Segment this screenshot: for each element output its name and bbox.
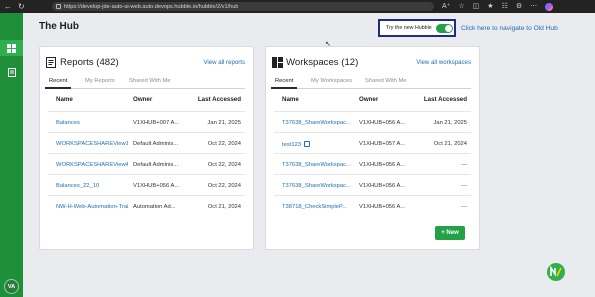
view-all-reports-link[interactable]: View all reports	[203, 59, 245, 66]
workspace-owner: V1XHUB+057 A...	[359, 141, 406, 147]
report-owner: Default Adminis...	[133, 141, 179, 147]
workspace-name-cell[interactable]: test123	[282, 141, 354, 148]
workspaces-title: Workspaces (12)	[286, 57, 359, 68]
back-icon[interactable]: ←	[4, 2, 12, 11]
table-row[interactable]: Balances_22_10 V1XHUB+056 A... Oct 22, 2…	[48, 174, 245, 195]
lock-icon	[56, 4, 61, 9]
report-owner: Default Adminis...	[133, 162, 179, 168]
star-icon[interactable]: ☆	[458, 3, 464, 10]
column-header-owner[interactable]: Owner	[359, 96, 378, 103]
reports-title: Reports (482)	[60, 57, 119, 68]
favorites-icon[interactable]: ★	[487, 3, 493, 10]
sidebar-item-dashboard[interactable]	[0, 40, 23, 56]
toggle-label: Try the new Hubble	[386, 25, 432, 31]
tab-recent[interactable]: Recent	[271, 77, 298, 89]
refresh-icon[interactable]: ↻	[18, 2, 25, 11]
address-bar[interactable]: https://develop-jde-auto-ui-web.auto.dev…	[52, 2, 434, 11]
report-date: Oct 21, 2024	[207, 204, 241, 210]
hubble-logo-icon[interactable]	[546, 262, 566, 282]
tab-recent[interactable]: Recent	[45, 77, 72, 89]
url-text: https://develop-jde-auto-ui-web.auto.dev…	[64, 3, 239, 10]
table-row[interactable]: WORKSPACESHAREView1 Default Adminis... O…	[48, 132, 245, 153]
browser-tools: A⁺ ☆ ◫ ★ ☷ ⚙ ⋯	[442, 2, 554, 11]
workspaces-card: Workspaces (12) View all workspaces Rece…	[265, 46, 480, 250]
column-header-name[interactable]: Name	[282, 96, 299, 103]
workspace-name[interactable]: T37638_ShareWorkspac...	[282, 120, 354, 126]
report-name[interactable]: WORKSPACESHAREView1	[56, 141, 128, 147]
report-name[interactable]: Balances_22_10	[56, 183, 128, 189]
workspace-owner: V1XHUB+056 A...	[359, 183, 406, 189]
report-name[interactable]: NW-H-Web-Automation-Trai	[56, 204, 128, 210]
browser-nav: ← ↻	[0, 2, 50, 11]
report-date: Oct 22, 2024	[207, 162, 241, 168]
dashboard-icon	[7, 43, 16, 53]
workspace-name[interactable]: T37638_ShareWorkspac...	[282, 183, 354, 189]
new-hubble-toggle-container: Try the new Hubble	[378, 19, 456, 37]
tab-shared-with-me[interactable]: Shared With Me	[361, 77, 411, 89]
new-hubble-toggle[interactable]	[435, 23, 453, 33]
report-date: Oct 22, 2024	[207, 141, 241, 147]
workspace-owner: V1XHUB+056 A...	[359, 204, 406, 210]
table-row[interactable]: T37638_ShareWorkspac... V1XHUB+056 A... …	[274, 174, 471, 195]
report-name[interactable]: WORKSPACESHAREView4	[56, 162, 128, 168]
report-icon	[46, 57, 56, 68]
workspace-date: Jan 21, 2025	[433, 120, 467, 126]
table-row[interactable]: WORKSPACESHAREView4 Default Adminis... O…	[48, 153, 245, 174]
sidebar-item-documents[interactable]	[0, 64, 23, 80]
report-date: Oct 22, 2024	[207, 183, 241, 189]
workspace-date: ---	[461, 183, 467, 189]
workspace-icon	[272, 57, 283, 68]
workspace-owner: V1XHUB+056 A...	[359, 162, 406, 168]
table-row[interactable]: Balances V1XHUB+007 A... Jan 21, 2025	[48, 111, 245, 132]
more-icon[interactable]: ⋯	[530, 3, 537, 10]
reports-tabs: Recent My Reports Shared With Me	[45, 77, 245, 89]
browser-toolbar: ← ↻ https://develop-jde-auto-ui-web.auto…	[0, 0, 595, 13]
report-name[interactable]: Balances	[56, 120, 128, 126]
table-row[interactable]: test123 V1XHUB+057 A... Oct 21, 2024	[274, 132, 471, 153]
tab-shared-with-me[interactable]: Shared With Me	[125, 77, 175, 89]
report-owner: V1XHUB+056 A...	[133, 183, 180, 189]
workspace-date: Oct 21, 2024	[433, 141, 467, 147]
report-owner: Automation Ad...	[133, 204, 176, 210]
workspace-name[interactable]: test123	[282, 142, 301, 148]
table-row[interactable]: T38718_CheckSimpleP... V1XHUB+056 A... -…	[274, 195, 471, 216]
workspace-owner: V1XHUB+056 A...	[359, 120, 406, 126]
split-screen-icon[interactable]: ◫	[473, 3, 480, 10]
table-row[interactable]: NW-H-Web-Automation-Trai Automation Ad..…	[48, 195, 245, 216]
page-title: The Hub	[39, 21, 79, 32]
workspaces-tabs: Recent My Workspaces Shared With Me	[271, 77, 471, 89]
column-header-name[interactable]: Name	[56, 96, 73, 103]
workspace-name[interactable]: T37638_ShareWorkspac...	[282, 162, 354, 168]
collections-icon[interactable]: ☷	[502, 3, 508, 10]
reports-card: Reports (482) View all reports Recent My…	[39, 46, 254, 250]
workspace-date: ---	[461, 162, 467, 168]
extensions-icon[interactable]: ⚙	[516, 3, 522, 10]
avatar[interactable]: VA	[4, 279, 19, 294]
report-date: Jan 21, 2025	[207, 120, 241, 126]
view-all-workspaces-link[interactable]: View all workspaces	[416, 59, 471, 66]
column-header-last-accessed[interactable]: Last Accessed	[198, 96, 241, 103]
workspace-date: ---	[461, 204, 467, 210]
column-header-owner[interactable]: Owner	[133, 96, 152, 103]
new-workspace-button[interactable]: + New	[435, 226, 465, 240]
report-owner: V1XHUB+007 A...	[133, 120, 180, 126]
sidebar: VA	[0, 13, 23, 297]
table-row[interactable]: T37638_ShareWorkspac... V1XHUB+056 A... …	[274, 111, 471, 132]
copilot-icon[interactable]	[545, 2, 554, 11]
workspace-name[interactable]: T38718_CheckSimpleP...	[282, 204, 354, 210]
tab-my-reports[interactable]: My Reports	[81, 77, 119, 89]
column-header-last-accessed[interactable]: Last Accessed	[424, 96, 467, 103]
table-row[interactable]: T37638_ShareWorkspac... V1XHUB+056 A... …	[274, 153, 471, 174]
document-icon	[7, 67, 16, 77]
tab-my-workspaces[interactable]: My Workspaces	[307, 77, 356, 89]
read-aloud-icon[interactable]: A⁺	[442, 3, 450, 10]
old-hub-link[interactable]: Click here to navigate to Old Hub	[461, 25, 558, 32]
shared-icon	[304, 141, 311, 147]
